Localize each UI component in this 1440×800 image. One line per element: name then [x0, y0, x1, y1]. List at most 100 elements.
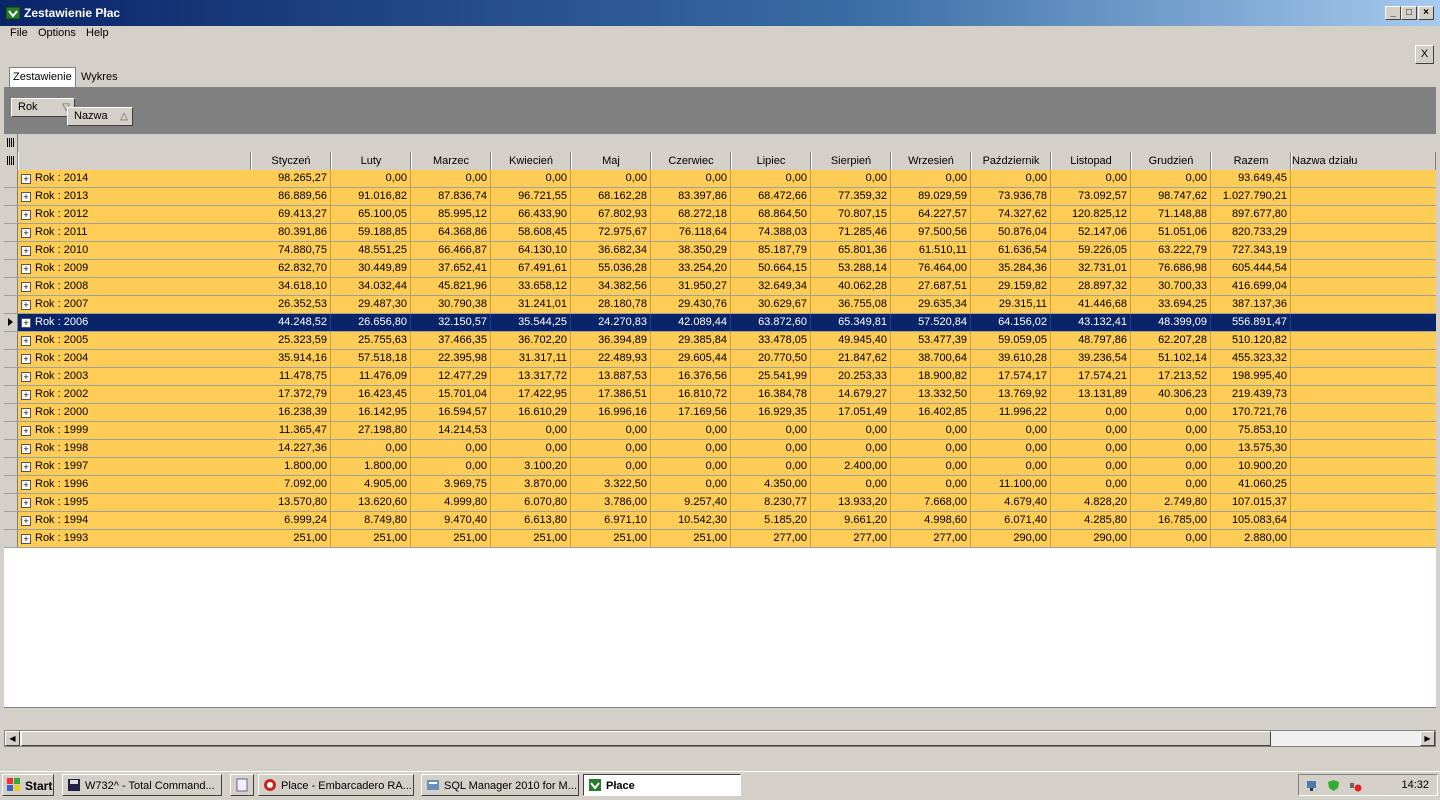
- row-indicator[interactable]: [4, 422, 18, 439]
- row-indicator[interactable]: [4, 224, 18, 241]
- row-indicator[interactable]: [4, 440, 18, 457]
- group-nazwa-button[interactable]: Nazwa △: [67, 107, 133, 126]
- expand-icon[interactable]: +: [21, 228, 31, 238]
- table-row[interactable]: + Rok : 2008 34.618,10 34.032,44 45.821,96 33…: [4, 278, 1436, 296]
- column-header[interactable]: Grudzień: [1131, 152, 1211, 170]
- row-indicator[interactable]: [4, 278, 18, 295]
- column-header[interactable]: Marzec: [411, 152, 491, 170]
- expand-icon[interactable]: +: [21, 372, 31, 382]
- row-indicator[interactable]: [4, 458, 18, 475]
- scroll-left-icon[interactable]: ◀: [5, 731, 20, 746]
- row-indicator[interactable]: [4, 368, 18, 385]
- expand-icon[interactable]: +: [21, 246, 31, 256]
- table-row[interactable]: + Rok : 2003 11.478,75 11.476,09 12.477,29 13…: [4, 368, 1436, 386]
- table-row[interactable]: + Rok : 2014 98.265,27 0,00 0,00 0,00 0,00 0,00…: [4, 170, 1436, 188]
- row-indicator[interactable]: [4, 188, 18, 205]
- table-row[interactable]: + Rok : 1993 251,00 251,00 251,00 251,00 251,0…: [4, 530, 1436, 548]
- row-indicator[interactable]: [4, 512, 18, 529]
- column-header[interactable]: Luty: [331, 152, 411, 170]
- row-indicator[interactable]: [4, 386, 18, 403]
- table-row[interactable]: + Rok : 2000 16.238,39 16.142,95 16.594,57 16…: [4, 404, 1436, 422]
- row-indicator[interactable]: [4, 260, 18, 277]
- column-header[interactable]: Nazwa działu: [1291, 152, 1436, 170]
- column-header[interactable]: Sierpień: [811, 152, 891, 170]
- row-indicator[interactable]: [4, 332, 18, 349]
- column-header[interactable]: Razem: [1211, 152, 1291, 170]
- table-row[interactable]: + Rok : 2009 62.832,70 30.449,89 37.652,41 67…: [4, 260, 1436, 278]
- scroll-thumb[interactable]: [21, 731, 1271, 746]
- expand-icon[interactable]: +: [21, 300, 31, 310]
- expand-icon[interactable]: +: [21, 390, 31, 400]
- tab-wykres[interactable]: Wykres: [78, 68, 121, 86]
- taskbar-item-notepad[interactable]: [230, 774, 254, 796]
- start-button[interactable]: Start: [2, 774, 54, 796]
- expand-icon[interactable]: +: [21, 516, 31, 526]
- column-header[interactable]: Październik: [971, 152, 1051, 170]
- maximize-button[interactable]: □: [1401, 6, 1417, 20]
- expand-icon[interactable]: +: [21, 336, 31, 346]
- row-indicator[interactable]: [4, 314, 18, 331]
- table-row[interactable]: + Rok : 1994 6.999,24 8.749,80 9.470,40 6.613…: [4, 512, 1436, 530]
- taskbar-item-sql-manager[interactable]: SQL Manager 2010 for M...: [421, 774, 579, 796]
- table-row[interactable]: + Rok : 1995 13.570,80 13.620,60 4.999,80 6.0…: [4, 494, 1436, 512]
- table-row[interactable]: + Rok : 2005 25.323,59 25.755,63 37.466,35 36…: [4, 332, 1436, 350]
- expand-icon[interactable]: +: [21, 174, 31, 184]
- column-header[interactable]: Czerwiec: [651, 152, 731, 170]
- row-indicator[interactable]: [4, 350, 18, 367]
- header-group-column[interactable]: [18, 152, 251, 170]
- row-indicator[interactable]: [4, 206, 18, 223]
- table-row[interactable]: + Rok : 1997 1.800,00 1.800,00 0,00 3.100,20 0…: [4, 458, 1436, 476]
- group-rok-button[interactable]: Rok ▽: [11, 98, 75, 117]
- expand-icon[interactable]: +: [21, 354, 31, 364]
- row-indicator[interactable]: [4, 530, 18, 547]
- column-header[interactable]: Maj: [571, 152, 651, 170]
- row-indicator[interactable]: [4, 170, 18, 187]
- menu-help[interactable]: Help: [86, 27, 109, 39]
- horizontal-scrollbar[interactable]: ◀ ▶: [4, 730, 1436, 747]
- row-indicator[interactable]: [4, 494, 18, 511]
- table-row[interactable]: + Rok : 1998 14.227,36 0,00 0,00 0,00 0,00 0,00…: [4, 440, 1436, 458]
- band-indicator[interactable]: [4, 134, 18, 152]
- column-header[interactable]: Listopad: [1051, 152, 1131, 170]
- minimize-button[interactable]: _: [1385, 6, 1401, 20]
- table-row[interactable]: + Rok : 2004 35.914,16 57.518,18 22.395,98 31…: [4, 350, 1436, 368]
- table-row[interactable]: + Rok : 2002 17.372,79 16.423,45 15.701,04 17…: [4, 386, 1436, 404]
- expand-icon[interactable]: +: [21, 318, 31, 328]
- expand-icon[interactable]: +: [21, 264, 31, 274]
- table-row[interactable]: + Rok : 1999 11.365,47 27.198,80 14.214,53 0,…: [4, 422, 1436, 440]
- close-window-button[interactable]: ×: [1418, 6, 1434, 20]
- expand-icon[interactable]: +: [21, 534, 31, 544]
- table-row[interactable]: + Rok : 1996 7.092,00 4.905,00 3.969,75 3.870…: [4, 476, 1436, 494]
- expand-icon[interactable]: +: [21, 210, 31, 220]
- clock[interactable]: 14:32: [1401, 779, 1429, 791]
- taskbar-item-place[interactable]: Płace: [583, 774, 741, 796]
- scroll-right-icon[interactable]: ▶: [1420, 731, 1435, 746]
- expand-icon[interactable]: +: [21, 408, 31, 418]
- expand-icon[interactable]: +: [21, 462, 31, 472]
- security-shield-icon[interactable]: [1327, 779, 1340, 792]
- expand-icon[interactable]: +: [21, 498, 31, 508]
- column-header[interactable]: Wrzesień: [891, 152, 971, 170]
- expand-icon[interactable]: +: [21, 480, 31, 490]
- column-header[interactable]: Kwiecień: [491, 152, 571, 170]
- table-row[interactable]: + Rok : 2013 86.889,56 91.016,82 87.836,74 96…: [4, 188, 1436, 206]
- taskbar-item-embarcadero[interactable]: Place - Embarcadero RA...: [258, 774, 414, 796]
- tab-zestawienie[interactable]: Zestawienie: [9, 67, 76, 88]
- expand-icon[interactable]: +: [21, 426, 31, 436]
- close-panel-button[interactable]: X: [1415, 45, 1434, 64]
- row-indicator[interactable]: [4, 476, 18, 493]
- column-header[interactable]: Lipiec: [731, 152, 811, 170]
- taskbar-item-total-commander[interactable]: W732^ - Total Command...: [62, 774, 222, 796]
- column-header[interactable]: Styczeń: [251, 152, 331, 170]
- row-indicator[interactable]: [4, 296, 18, 313]
- menu-file[interactable]: File: [10, 27, 28, 39]
- volume-muted-icon[interactable]: [1349, 779, 1362, 792]
- expand-icon[interactable]: +: [21, 282, 31, 292]
- expand-icon[interactable]: +: [21, 192, 31, 202]
- table-row[interactable]: + Rok : 2011 80.391,86 59.188,85 64.368,86 58…: [4, 224, 1436, 242]
- table-row[interactable]: + Rok : 2007 26.352,53 29.487,30 30.790,38 31…: [4, 296, 1436, 314]
- row-indicator[interactable]: [4, 404, 18, 421]
- table-row[interactable]: + Rok : 2012 69.413,27 65.100,05 85.995,12 66…: [4, 206, 1436, 224]
- table-row[interactable]: + Rok : 2006 44.248,52 26.656,80 32.150,57 35…: [4, 314, 1436, 332]
- expand-icon[interactable]: +: [21, 444, 31, 454]
